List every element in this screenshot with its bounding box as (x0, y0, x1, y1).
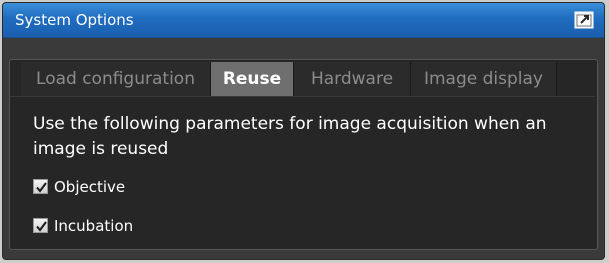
reuse-description: Use the following parameters for image a… (33, 114, 547, 159)
title-bar[interactable]: System Options (3, 3, 604, 38)
system-options-window: System Options Load configuration Reuse … (0, 0, 609, 263)
tab-reuse[interactable]: Reuse (211, 62, 293, 96)
tab-separator (556, 62, 557, 96)
tab-hardware[interactable]: Hardware (294, 62, 410, 96)
incubation-label: Incubation (54, 217, 134, 235)
checkmark-icon (36, 182, 47, 193)
objective-label: Objective (54, 178, 126, 196)
objective-checkbox[interactable] (33, 179, 48, 194)
tab-image-display[interactable]: Image display (411, 62, 556, 96)
window-title: System Options (15, 11, 134, 29)
tab-strip-divider (10, 96, 595, 97)
tab-load-configuration[interactable]: Load configuration (21, 62, 210, 96)
incubation-checkbox[interactable] (33, 218, 48, 233)
undock-icon[interactable] (574, 11, 594, 29)
checkmark-icon (36, 221, 47, 232)
